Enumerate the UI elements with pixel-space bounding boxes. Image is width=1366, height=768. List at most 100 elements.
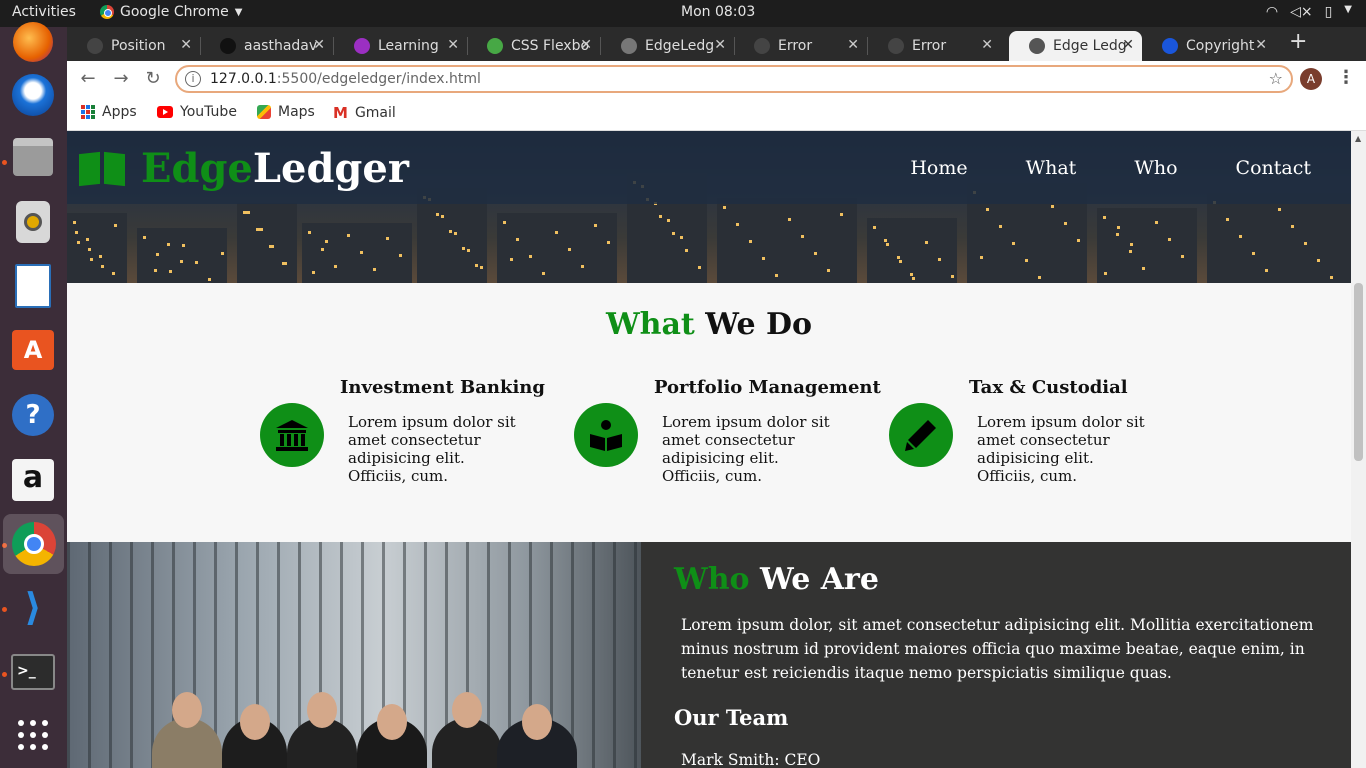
curtain-stripe bbox=[613, 542, 616, 768]
nav-link-home[interactable]: Home bbox=[910, 157, 967, 179]
bookmark-youtube[interactable]: YouTube bbox=[157, 104, 237, 120]
browser-tab[interactable]: EdgeLedg ✕ bbox=[601, 31, 734, 61]
browser-tab[interactable]: Error ✕ bbox=[868, 31, 1001, 61]
scroll-up-arrow-icon[interactable]: ▲ bbox=[1355, 134, 1361, 143]
close-icon[interactable]: ✕ bbox=[180, 37, 192, 53]
team-member: Mark Smith: CEO bbox=[681, 751, 821, 768]
service-portfolio-management: Portfolio Management Lorem ipsum dolor s… bbox=[574, 373, 881, 503]
help-icon[interactable]: ? bbox=[10, 392, 56, 438]
window-light bbox=[75, 231, 78, 234]
bookmark-apps[interactable]: Apps bbox=[81, 104, 137, 120]
curtain-stripe bbox=[571, 542, 574, 768]
clock[interactable]: Mon 08:03 bbox=[681, 4, 755, 20]
window-light bbox=[1181, 255, 1184, 258]
window-light bbox=[884, 239, 887, 242]
logo-white-text: Ledger bbox=[252, 145, 409, 192]
tab-title: EdgeLedg bbox=[645, 38, 715, 54]
window-light bbox=[672, 232, 675, 235]
running-indicator bbox=[2, 672, 7, 677]
forward-arrow-icon[interactable]: → bbox=[110, 68, 132, 90]
bookmark-star-icon[interactable]: ☆ bbox=[1269, 69, 1283, 88]
window-light bbox=[221, 252, 224, 255]
close-icon[interactable]: ✕ bbox=[714, 37, 726, 53]
site-logo[interactable]: Edge Ledger bbox=[79, 145, 409, 192]
window-light bbox=[1038, 276, 1041, 279]
window-light bbox=[441, 215, 444, 218]
window-light bbox=[247, 211, 250, 214]
scroll-thumb[interactable] bbox=[1354, 283, 1363, 461]
window-light bbox=[607, 241, 610, 244]
bookmark-gmail[interactable]: M Gmail bbox=[333, 104, 396, 122]
close-icon[interactable]: ✕ bbox=[313, 37, 325, 53]
browser-tab[interactable]: CSS Flexbo ✕ bbox=[467, 31, 600, 61]
activities-button[interactable]: Activities bbox=[12, 4, 76, 20]
window-light bbox=[801, 235, 804, 238]
files-icon[interactable] bbox=[10, 134, 56, 180]
close-icon[interactable]: ✕ bbox=[847, 37, 859, 53]
browser-tab[interactable]: Copyright ✕ bbox=[1142, 31, 1275, 61]
page-scrollbar[interactable]: ▲ bbox=[1351, 131, 1366, 768]
nav-link-contact[interactable]: Contact bbox=[1236, 157, 1311, 179]
writer-icon[interactable] bbox=[10, 263, 56, 309]
site-nav-links: Home What Who Contact bbox=[910, 157, 1311, 179]
chrome-dock-icon[interactable] bbox=[3, 514, 64, 574]
book-icon bbox=[79, 151, 125, 187]
vscode-icon[interactable]: ⟩ bbox=[10, 584, 56, 630]
service-tax-custodial: Tax & Custodial Lorem ipsum dolor sit am… bbox=[889, 373, 1149, 503]
reload-icon[interactable]: ↻ bbox=[142, 68, 164, 90]
pencil-icon bbox=[889, 403, 953, 467]
back-arrow-icon[interactable]: ← bbox=[77, 68, 99, 90]
browser-tab[interactable]: Position ✕ bbox=[67, 31, 200, 61]
close-icon[interactable]: ✕ bbox=[981, 37, 993, 53]
wifi-icon[interactable]: ◠ bbox=[1266, 4, 1278, 20]
volume-muted-icon[interactable]: ◁× bbox=[1290, 4, 1313, 20]
browser-tab[interactable]: Edge Ledg ✕ bbox=[1009, 31, 1142, 61]
team-person-head bbox=[377, 704, 407, 740]
logo-green-text: Edge bbox=[141, 145, 253, 192]
nav-link-who[interactable]: Who bbox=[1134, 157, 1177, 179]
tab-favicon-icon bbox=[1029, 38, 1045, 54]
more-menu-icon[interactable]: ⋮ bbox=[1337, 67, 1355, 88]
info-icon[interactable]: i bbox=[185, 71, 201, 87]
show-apps-icon[interactable] bbox=[10, 712, 56, 758]
bookmark-maps[interactable]: Maps bbox=[257, 104, 315, 120]
rhythmbox-icon[interactable] bbox=[10, 199, 56, 245]
window-light bbox=[581, 265, 584, 268]
system-tray[interactable]: ◠ ◁× ▯ ▼ bbox=[1266, 4, 1352, 20]
close-icon[interactable]: ✕ bbox=[580, 37, 592, 53]
close-icon[interactable]: ✕ bbox=[1255, 37, 1267, 53]
thunderbird-icon[interactable] bbox=[10, 72, 56, 118]
url-path: :5500/edgeledger/index.html bbox=[276, 71, 481, 87]
browser-tab[interactable]: Error ✕ bbox=[734, 31, 867, 61]
firefox-icon[interactable] bbox=[10, 19, 56, 65]
window-light bbox=[736, 223, 739, 226]
window-light bbox=[321, 248, 324, 251]
window-light bbox=[529, 255, 532, 258]
battery-icon[interactable]: ▯ bbox=[1325, 4, 1333, 20]
chrome-icon bbox=[100, 5, 114, 19]
system-top-bar: Activities Google Chrome ▼ Mon 08:03 ◠ ◁… bbox=[0, 0, 1366, 27]
profile-avatar[interactable]: A bbox=[1300, 68, 1322, 90]
browser-tab[interactable]: Learning ✕ bbox=[334, 31, 467, 61]
app-menu[interactable]: Google Chrome ▼ bbox=[100, 4, 242, 20]
chevron-down-icon[interactable]: ▼ bbox=[1344, 4, 1352, 20]
amazon-icon[interactable]: a bbox=[10, 457, 56, 503]
service-investment-banking: Investment Banking Lorem ipsum dolor sit… bbox=[260, 373, 545, 503]
terminal-icon[interactable]: >_ bbox=[10, 649, 56, 695]
tab-title: aasthadav bbox=[244, 38, 318, 54]
new-tab-button[interactable]: + bbox=[1289, 29, 1307, 54]
close-icon[interactable]: ✕ bbox=[1122, 37, 1134, 53]
team-person-head bbox=[239, 704, 270, 740]
close-icon[interactable]: ✕ bbox=[447, 37, 459, 53]
software-center-icon[interactable]: A bbox=[10, 327, 56, 373]
window-light bbox=[373, 268, 376, 271]
nav-link-what[interactable]: What bbox=[1026, 157, 1077, 179]
url-text[interactable]: 127.0.0.1:5500/edgeledger/index.html bbox=[210, 71, 481, 87]
curtain-stripe bbox=[151, 542, 154, 768]
window-light bbox=[101, 265, 104, 268]
address-bar[interactable]: i 127.0.0.1:5500/edgeledger/index.html ☆ bbox=[175, 65, 1293, 93]
site-navbar: Edge Ledger Home What Who Contact bbox=[67, 131, 1351, 204]
window-light bbox=[775, 274, 778, 277]
browser-tab[interactable]: aasthadav ✕ bbox=[200, 31, 333, 61]
team-person-head bbox=[452, 692, 482, 728]
